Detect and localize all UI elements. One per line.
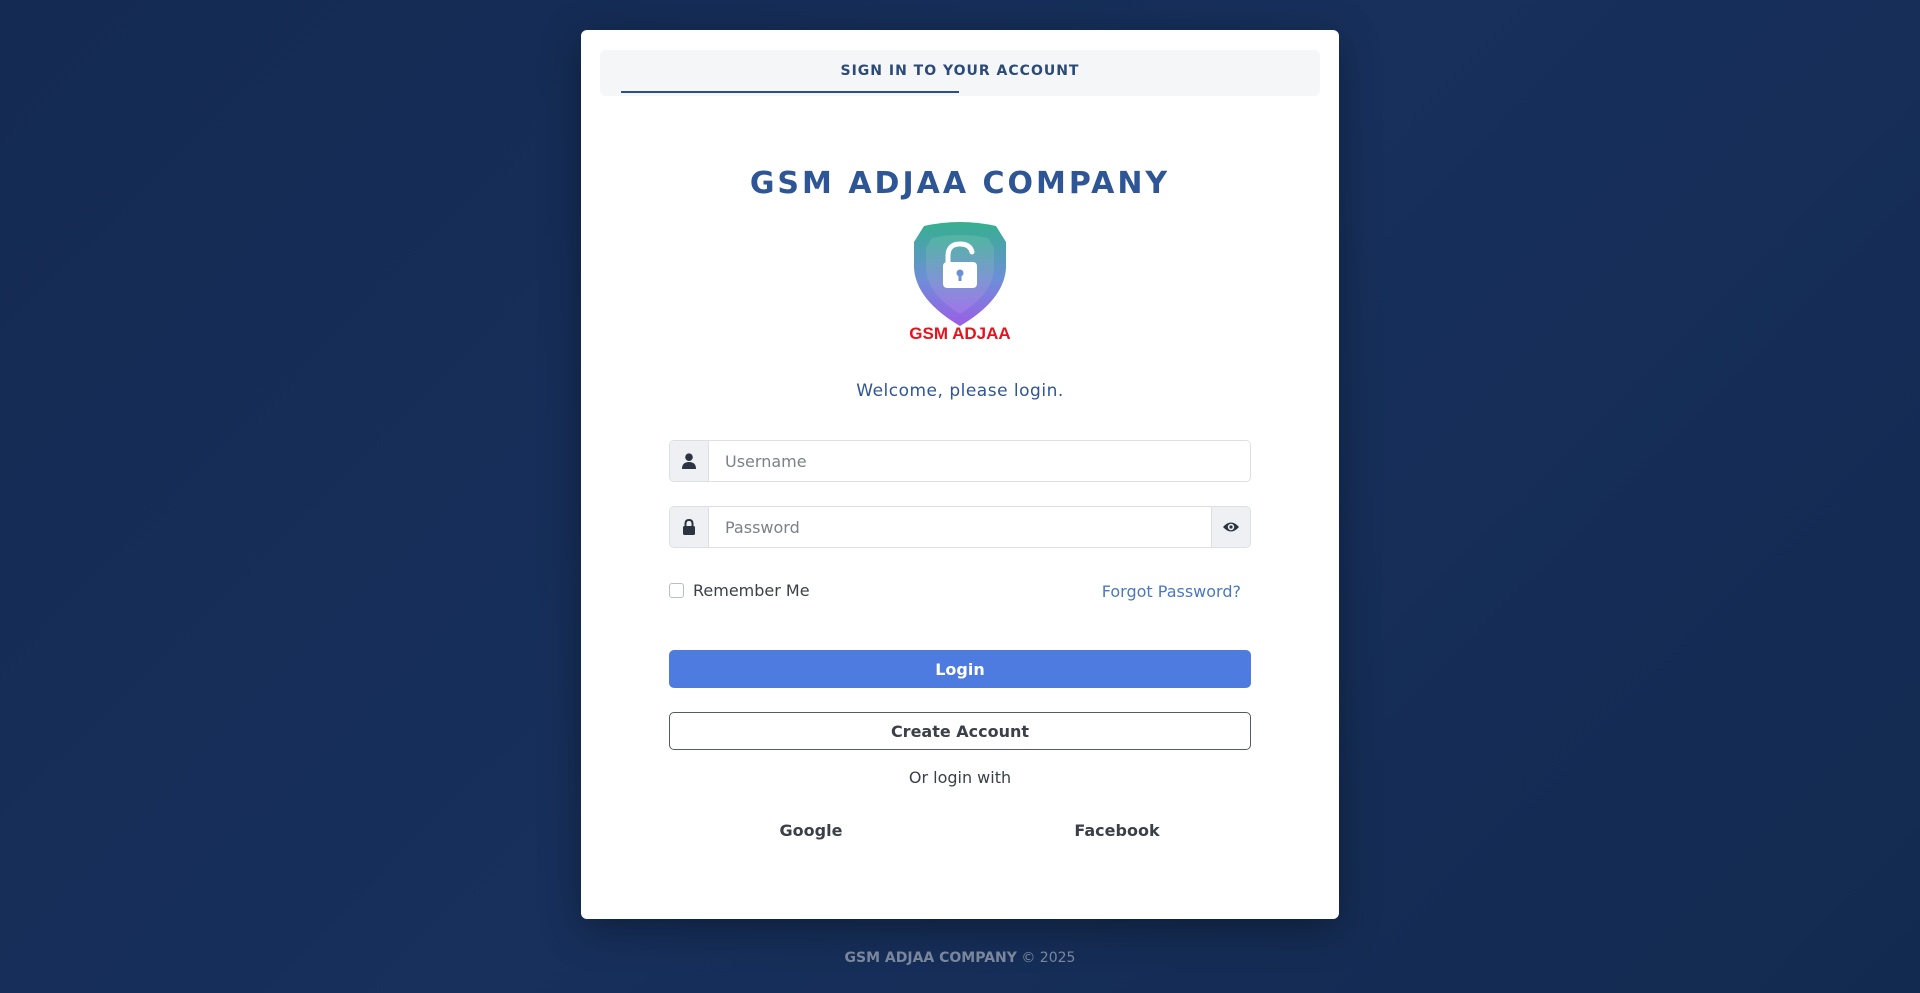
company-title: GSM ADJAA COMPANY — [749, 166, 1171, 201]
google-login-button[interactable]: Google — [761, 821, 861, 840]
eye-icon[interactable] — [1211, 507, 1250, 547]
tab-bar: SIGN IN TO YOUR ACCOUNT — [600, 50, 1320, 96]
social-divider-text: Or login with — [908, 768, 1012, 787]
tab-sign-in-label[interactable]: SIGN IN TO YOUR ACCOUNT — [600, 63, 1320, 79]
username-input[interactable] — [709, 441, 1250, 481]
password-field-group — [669, 506, 1251, 548]
lock-icon — [670, 507, 709, 547]
footer: GSM ADJAA COMPANY © 2025 — [0, 950, 1920, 966]
create-account-button[interactable]: Create Account — [669, 712, 1251, 750]
login-card: SIGN IN TO YOUR ACCOUNT GSM ADJAA COMPAN… — [581, 30, 1339, 919]
welcome-message: Welcome, please login. — [856, 381, 1064, 401]
company-logo: GSM ADJAA — [908, 220, 1012, 348]
footer-copyright: © 2025 — [1021, 950, 1076, 966]
username-field-group — [669, 440, 1251, 482]
remember-me: Remember Me — [669, 581, 810, 600]
svg-text:GSM ADJAA: GSM ADJAA — [909, 324, 1010, 343]
password-input[interactable] — [709, 507, 1211, 547]
forgot-password-link[interactable]: Forgot Password? — [1101, 582, 1241, 601]
remember-me-label[interactable]: Remember Me — [693, 581, 810, 600]
login-button[interactable]: Login — [669, 650, 1251, 688]
user-icon — [670, 441, 709, 481]
remember-me-checkbox[interactable] — [669, 583, 684, 598]
facebook-login-button[interactable]: Facebook — [1062, 821, 1172, 840]
footer-company: GSM ADJAA COMPANY — [844, 950, 1017, 966]
